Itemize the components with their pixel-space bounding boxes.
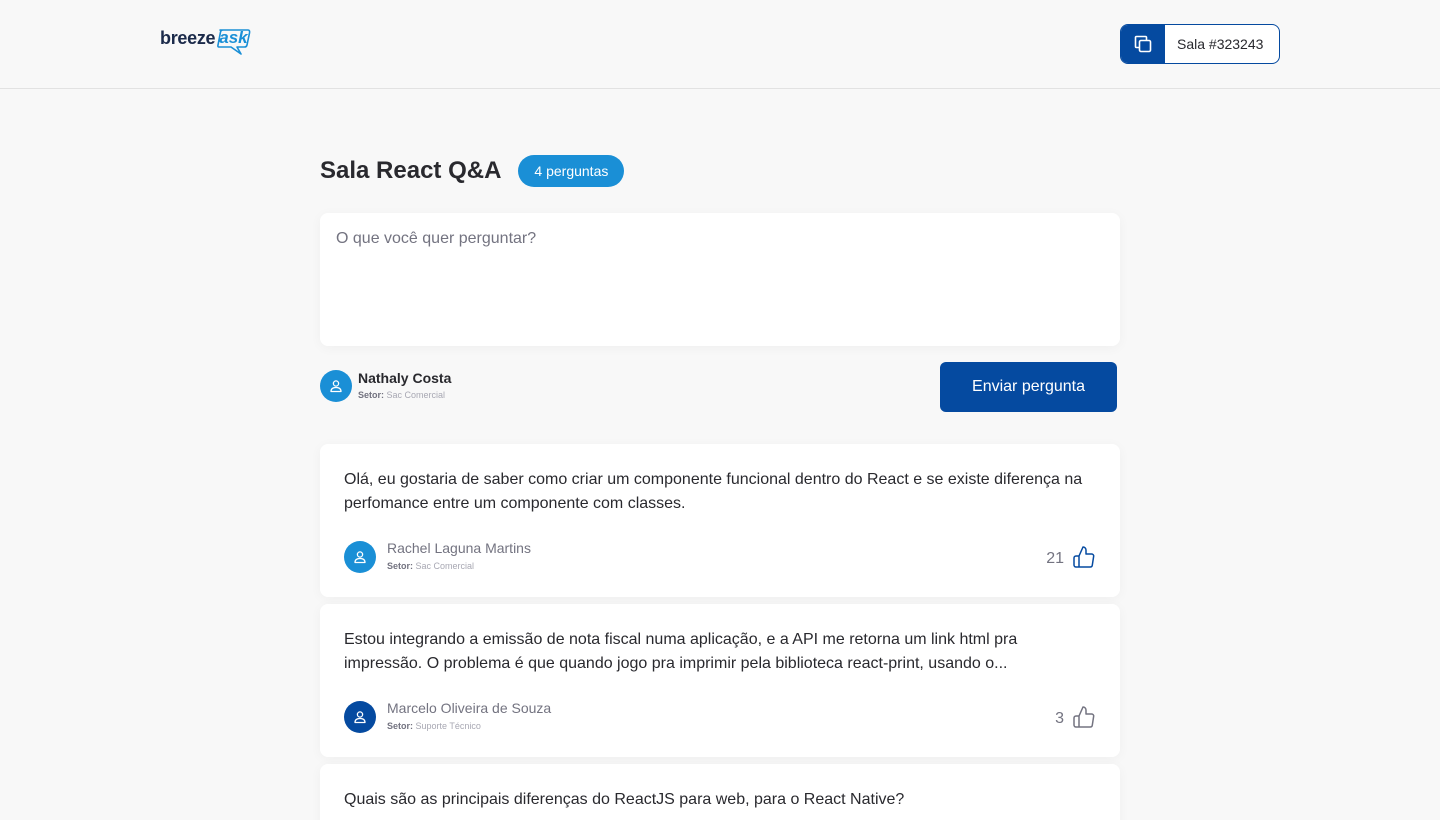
room-title-row: Sala React Q&A 4 perguntas [320, 154, 625, 188]
question-count-badge: 4 perguntas [518, 155, 625, 187]
logo-breeze-text: breeze [160, 28, 216, 48]
question-author: Rachel Laguna Martins Setor: Sac Comerci… [344, 540, 531, 573]
author-sector: Setor: Sac Comercial [387, 559, 531, 573]
thumbs-up-icon [1073, 545, 1095, 568]
sector-label: Setor: [358, 390, 385, 400]
sector-value: Suporte Técnico [415, 721, 481, 731]
copy-button[interactable] [1121, 25, 1165, 63]
avatar [320, 370, 352, 402]
question-card: Olá, eu gostaria de saber como criar um … [320, 444, 1120, 597]
logo-ask-text: ask [219, 28, 248, 47]
user-icon [330, 380, 342, 393]
sector-value: Sac Comercial [415, 561, 475, 571]
current-user-text: Nathaly Costa Setor: Sac Comercial [358, 370, 451, 402]
like-button[interactable]: 3 [1055, 705, 1096, 729]
sector-value: Sac Comercial [386, 390, 446, 400]
question-input[interactable] [320, 213, 1120, 346]
copy-icon [1134, 35, 1152, 53]
room-code-copy-button[interactable]: Sala #323243 [1120, 24, 1280, 64]
sector-label: Setor: [387, 561, 414, 571]
question-card: Quais são as principais diferenças do Re… [320, 764, 1120, 820]
question-text: Olá, eu gostaria de saber como criar um … [344, 471, 1083, 512]
author-sector: Setor: Suporte Técnico [387, 719, 551, 733]
like-count: 21 [1046, 549, 1064, 567]
like-count: 3 [1055, 709, 1064, 727]
page-title: Sala React Q&A [320, 157, 502, 184]
user-icon [354, 550, 366, 563]
user-icon [354, 710, 366, 723]
question-text: Quais são as principais diferenças do Re… [344, 791, 905, 808]
room-code-text: Sala #323243 [1177, 36, 1264, 52]
like-button[interactable]: 21 [1046, 545, 1096, 569]
question-footer: Marcelo Oliveira de Souza Setor: Suporte… [344, 700, 1096, 733]
author-text: Marcelo Oliveira de Souza Setor: Suporte… [387, 700, 551, 733]
logo-ask-bubble: ask [217, 26, 251, 56]
current-user-sector: Setor: Sac Comercial [358, 388, 451, 402]
question-card: Estou integrando a emissão de nota fisca… [320, 604, 1120, 757]
avatar [344, 540, 376, 573]
author-name: Marcelo Oliveira de Souza [387, 700, 552, 716]
breeze-ask-logo[interactable]: breeze ask [160, 26, 251, 58]
question-text: Estou integrando a emissão de nota fisca… [344, 631, 1018, 672]
send-question-button[interactable]: Enviar pergunta [940, 362, 1117, 412]
current-user-info: Nathaly Costa Setor: Sac Comercial [320, 370, 451, 402]
avatar [344, 700, 376, 733]
app-header: breeze ask Sala #323243 [0, 0, 1440, 89]
current-user-name: Nathaly Costa [358, 370, 452, 386]
thumbs-up-icon [1073, 705, 1095, 728]
question-author: Marcelo Oliveira de Souza Setor: Suporte… [344, 700, 551, 733]
author-name: Rachel Laguna Martins [387, 540, 531, 556]
question-footer: Rachel Laguna Martins Setor: Sac Comerci… [344, 540, 1096, 573]
author-text: Rachel Laguna Martins Setor: Sac Comerci… [387, 540, 531, 573]
sector-label: Setor: [387, 721, 414, 731]
